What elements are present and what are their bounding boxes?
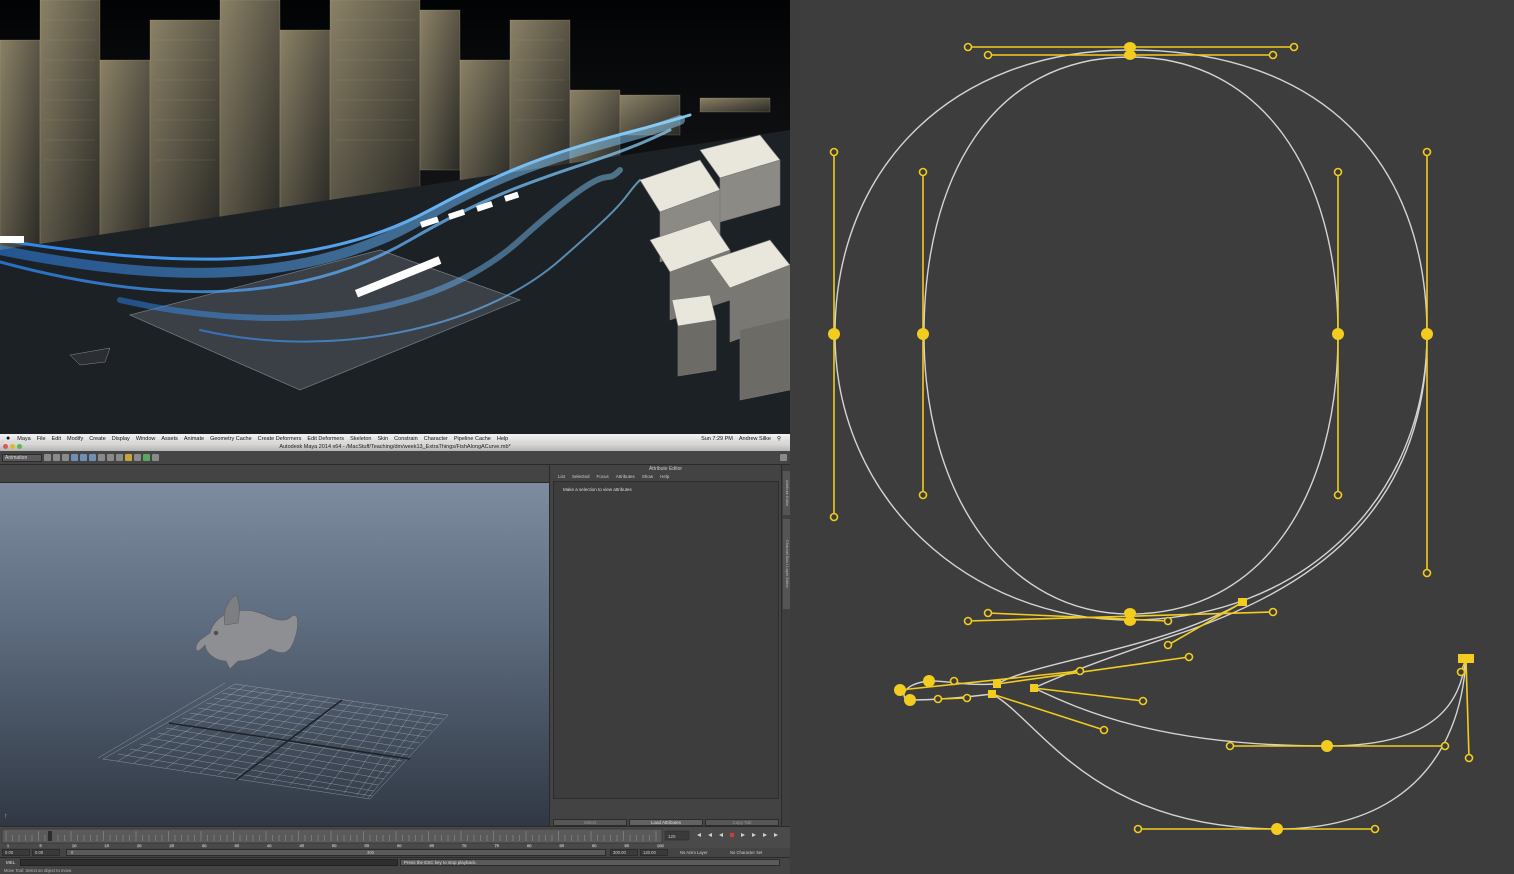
select-button[interactable]: Select xyxy=(553,819,627,826)
anchor-points xyxy=(828,42,1474,835)
help-line: Move Tool: Select an object to move. xyxy=(4,868,73,873)
city-render-image xyxy=(0,0,790,434)
input-line-icon[interactable] xyxy=(152,454,159,461)
menu-display[interactable]: Display xyxy=(109,436,133,442)
anim-layer-dropdown[interactable]: No Anim Layer xyxy=(680,850,707,855)
render-settings-icon[interactable] xyxy=(143,454,150,461)
close-window-icon[interactable] xyxy=(3,444,8,449)
zoom-window-icon[interactable] xyxy=(17,444,22,449)
window-title: Autodesk Maya 2014 x64 - /MacStuff/Teach… xyxy=(279,444,511,450)
ae-menu-focus[interactable]: Focus xyxy=(597,473,609,480)
status-line: Animation xyxy=(0,451,790,465)
spotlight-icon[interactable]: ⚲ xyxy=(774,436,784,442)
snap-grid-icon[interactable] xyxy=(98,454,105,461)
load-attributes-button[interactable]: Load Attributes xyxy=(629,819,703,826)
menu-skeleton[interactable]: Skeleton xyxy=(347,436,374,442)
control-points xyxy=(829,42,1474,834)
window-titlebar: Autodesk Maya 2014 x64 - /MacStuff/Teach… xyxy=(0,443,790,451)
clock: Sun 7:29 PM xyxy=(701,435,733,442)
range-bar-start: 0 xyxy=(71,850,74,855)
snap-curve-icon[interactable] xyxy=(107,454,114,461)
attribute-editor-body: Make a selection to view attributes xyxy=(553,481,779,799)
menu-skin[interactable]: Skin xyxy=(374,436,391,442)
anim-start-field[interactable]: 0.00 xyxy=(2,849,30,856)
menu-help[interactable]: Help xyxy=(494,436,511,442)
menu-set-dropdown[interactable]: Animation xyxy=(2,453,42,462)
ae-menu-list[interactable]: List xyxy=(558,473,565,480)
menu-animate[interactable]: Animate xyxy=(181,436,207,442)
menu-geometry-cache[interactable]: Geometry Cache xyxy=(207,436,255,442)
user-name[interactable]: Andrew Silke xyxy=(736,436,774,442)
menu-create[interactable]: Create xyxy=(86,436,109,442)
menu-file[interactable]: File xyxy=(34,436,49,442)
attribute-editor-title: Attribute Editor xyxy=(648,466,683,472)
range-slider: 0.00 0.00 0 300 300.00 120.00 No Anim La… xyxy=(0,848,790,857)
render-icon[interactable] xyxy=(125,454,132,461)
character-set-dropdown[interactable]: No Character Set xyxy=(730,850,762,855)
menu-maya[interactable]: Maya xyxy=(14,436,33,442)
ipr-render-icon[interactable] xyxy=(134,454,141,461)
minimize-window-icon[interactable] xyxy=(10,444,15,449)
ae-menu-help[interactable]: Help xyxy=(660,473,669,480)
playback-start-field[interactable]: 0.00 xyxy=(32,849,60,856)
mac-menubar: ● Maya File Edit Modify Create Display W… xyxy=(0,434,790,443)
menu-constrain[interactable]: Constrain xyxy=(391,436,421,442)
3d-viewport[interactable]: ↑ xyxy=(0,483,549,826)
copy-tab-button[interactable]: Copy Tab xyxy=(705,819,779,826)
bezier-curve-diagram xyxy=(790,0,1514,874)
menu-character[interactable]: Character xyxy=(421,436,451,442)
axis-indicator: ↑ xyxy=(4,813,8,820)
open-scene-icon[interactable] xyxy=(53,454,60,461)
current-time-field[interactable]: 120 xyxy=(668,834,676,839)
current-time-marker[interactable] xyxy=(48,831,52,841)
menu-edit[interactable]: Edit xyxy=(49,436,64,442)
bezier-handles xyxy=(833,46,1470,830)
mel-label[interactable]: MEL xyxy=(6,860,15,865)
anim-end-field[interactable]: 120.00 xyxy=(640,849,668,856)
select-component-icon[interactable] xyxy=(89,454,96,461)
grid-axes xyxy=(168,699,411,781)
tab-attribute-editor[interactable]: Attribute Editor xyxy=(783,471,790,515)
select-hierarchy-icon[interactable] xyxy=(71,454,78,461)
menu-create-deformers[interactable]: Create Deformers xyxy=(255,436,305,442)
snap-point-icon[interactable] xyxy=(116,454,123,461)
command-line: MEL Press the ESC key to stop playback. … xyxy=(0,857,790,874)
attribute-editor-message: Make a selection to view attributes xyxy=(563,487,632,492)
save-scene-icon[interactable] xyxy=(62,454,69,461)
time-slider[interactable]: 1 5 10 15 20 25 30 35 40 45 50 55 60 65 70 75 80 85 90 95 10… xyxy=(0,826,790,848)
menu-window[interactable]: Window xyxy=(133,436,159,442)
attribute-editor-panel: Attribute Editor List Selected Focus Att… xyxy=(549,465,781,826)
tab-channel-box[interactable]: Channel Box / Layer Editor xyxy=(783,519,790,609)
maya-window: ● Maya File Edit Modify Create Display W… xyxy=(0,434,790,874)
command-input[interactable] xyxy=(20,859,398,866)
ae-menu-show[interactable]: Show xyxy=(642,473,653,480)
range-bar-end: 300 xyxy=(367,850,374,855)
new-scene-icon[interactable] xyxy=(44,454,51,461)
playback-controls[interactable] xyxy=(697,833,778,837)
menu-pipeline-cache[interactable]: Pipeline Cache xyxy=(451,436,494,442)
side-tabs: Attribute Editor Channel Box / Layer Edi… xyxy=(781,465,790,826)
menu-modify[interactable]: Modify xyxy=(64,436,86,442)
menubar-status: Sun 7:29 PM Andrew Silke ⚲ xyxy=(698,436,790,442)
select-object-icon[interactable] xyxy=(80,454,87,461)
ground-grid xyxy=(97,682,449,800)
fish-model[interactable] xyxy=(195,594,298,670)
command-result: Press the ESC key to stop playback. xyxy=(400,859,780,866)
ae-menu-selected[interactable]: Selected xyxy=(572,473,590,480)
apple-menu-icon[interactable]: ● xyxy=(0,435,14,442)
menu-assets[interactable]: Assets xyxy=(158,436,181,442)
bezier-curves xyxy=(834,49,1467,830)
show-hide-icon[interactable] xyxy=(780,454,787,461)
menu-edit-deformers[interactable]: Edit Deformers xyxy=(304,436,347,442)
range-bar[interactable]: 0 300 xyxy=(66,849,606,856)
playback-end-field[interactable]: 300.00 xyxy=(610,849,638,856)
ae-menu-attributes[interactable]: Attributes xyxy=(616,473,635,480)
